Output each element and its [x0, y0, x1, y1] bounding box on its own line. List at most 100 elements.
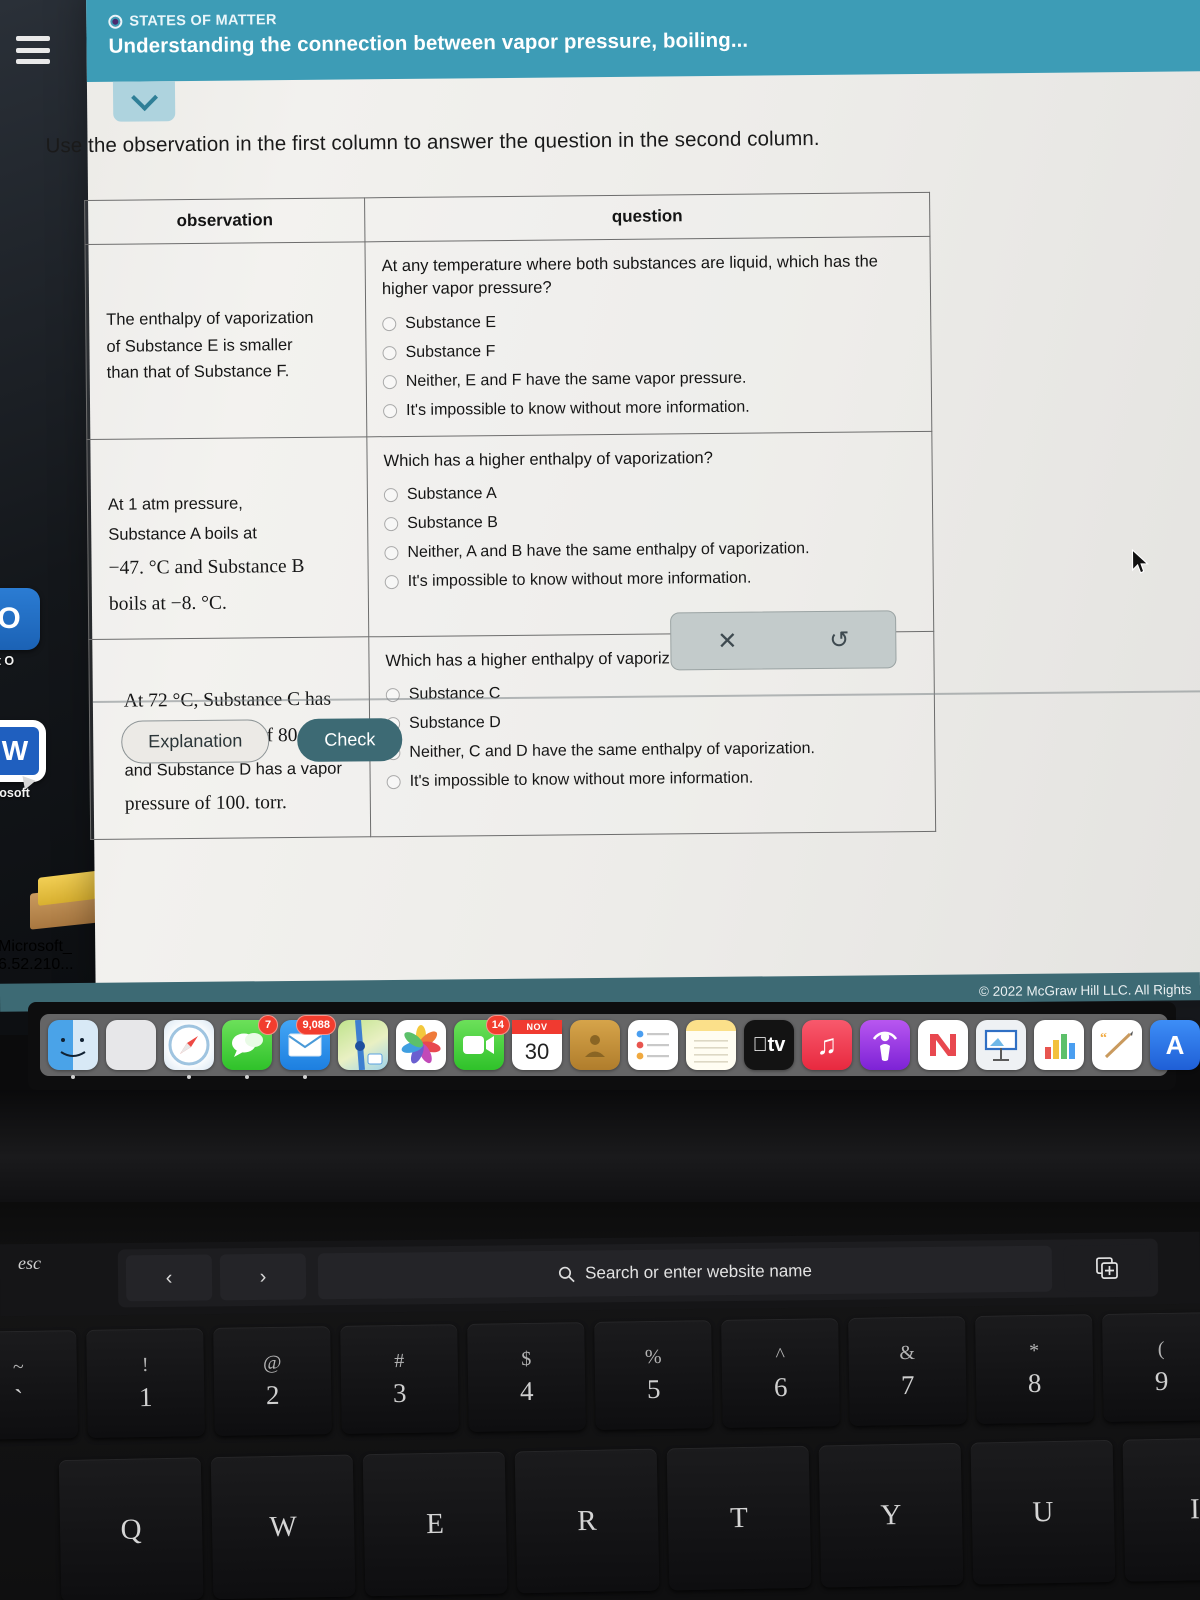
touchbar-address-bar[interactable]: Search or enter website name: [317, 1245, 1053, 1300]
option-row[interactable]: It's impossible to know without more inf…: [384, 568, 923, 591]
key-label: W: [269, 1510, 298, 1543]
dock-item-notes[interactable]: [686, 1020, 736, 1070]
dock-item-appstore[interactable]: A: [1150, 1020, 1200, 1070]
key-7[interactable]: & 7: [848, 1316, 967, 1426]
hamburger-menu-icon[interactable]: [16, 36, 50, 64]
option-row[interactable]: It's impossible to know without more inf…: [383, 397, 921, 420]
key-9[interactable]: ( 9: [1102, 1312, 1200, 1422]
dock-item-facetime[interactable]: 14: [454, 1015, 510, 1070]
table-row: The enthalpy of vaporization of Substanc…: [84, 236, 932, 440]
question-text: At any temperature where both substances…: [381, 252, 878, 299]
radio-button[interactable]: [382, 374, 397, 390]
touchbar-new-tab-button[interactable]: [1063, 1244, 1151, 1292]
touchbar-forward-button[interactable]: ›: [219, 1253, 307, 1301]
radio-button[interactable]: [384, 517, 399, 532]
key-symbol: ^: [775, 1343, 786, 1367]
key-u[interactable]: U: [970, 1439, 1116, 1585]
key-4[interactable]: $ 4: [467, 1322, 586, 1432]
collapse-panel-button[interactable]: [112, 81, 176, 122]
key-label: 7: [900, 1369, 915, 1401]
clear-icon[interactable]: ✕: [717, 627, 737, 655]
column-header-question: question: [364, 192, 930, 242]
radio-button[interactable]: [384, 575, 399, 590]
option-row[interactable]: Substance E: [382, 310, 920, 333]
key-i[interactable]: I: [1122, 1436, 1200, 1582]
option-row[interactable]: Neither, C and D have the same enthalpy …: [386, 739, 924, 762]
radio-button[interactable]: [384, 546, 399, 561]
radio-button[interactable]: [383, 403, 398, 419]
option-row[interactable]: Neither, E and F have the same vapor pre…: [382, 368, 921, 391]
calendar-month: NOV: [512, 1020, 562, 1034]
dock-item-keynote[interactable]: [976, 1020, 1026, 1070]
app-store-a-icon: A: [1165, 1029, 1185, 1060]
news-icon: [918, 1020, 968, 1070]
desktop-icon-outlook[interactable]: O soft O: [0, 588, 52, 668]
note-lines-icon: [694, 1040, 728, 1063]
option-row[interactable]: Substance D: [386, 710, 924, 733]
option-label: Substance C: [408, 685, 501, 704]
dock-item-contacts[interactable]: [570, 1020, 620, 1070]
calendar-icon: NOV 30: [512, 1020, 562, 1070]
key-6[interactable]: ^ 6: [721, 1318, 840, 1428]
key-3[interactable]: # 3: [340, 1324, 459, 1434]
dock-item-pages[interactable]: “: [1092, 1020, 1142, 1070]
option-row[interactable]: It's impossible to know without more inf…: [386, 768, 925, 791]
key-r[interactable]: R: [514, 1448, 660, 1594]
key-backtick[interactable]: ~ `: [0, 1330, 78, 1440]
maps-icon: [338, 1020, 388, 1070]
radio-button[interactable]: [386, 775, 401, 790]
touchbar-back-button[interactable]: ‹: [125, 1254, 213, 1302]
explanation-button[interactable]: Explanation: [121, 719, 270, 764]
key-2[interactable]: @ 2: [213, 1326, 332, 1436]
key-5[interactable]: % 5: [594, 1320, 713, 1430]
dock-item-music[interactable]: ♫: [802, 1020, 852, 1070]
question-text: Which has a higher enthalpy of vaporizat…: [383, 448, 713, 471]
undo-icon[interactable]: ↺: [829, 626, 849, 654]
option-row[interactable]: Substance A: [383, 481, 922, 504]
dock-item-maps[interactable]: [338, 1020, 388, 1070]
check-button[interactable]: Check: [297, 717, 403, 763]
launchpad-icon: [106, 1020, 156, 1070]
copyright-text: © 2022 McGraw Hill LLC. All Rights: [979, 981, 1193, 1000]
radio-button[interactable]: [382, 345, 397, 361]
dock-item-news[interactable]: [918, 1020, 968, 1070]
dock-item-finder[interactable]: [48, 1020, 98, 1079]
dock-item-photos[interactable]: [396, 1020, 446, 1070]
dock-item-launchpad[interactable]: [106, 1020, 156, 1070]
option-label: Neither, E and F have the same vapor pre…: [405, 369, 747, 390]
dock-item-mail[interactable]: 9,088: [280, 1015, 336, 1079]
key-symbol: *: [1028, 1339, 1040, 1363]
dock-item-calendar[interactable]: NOV 30: [512, 1020, 562, 1070]
key-symbol: (: [1157, 1337, 1165, 1361]
question-cell-1: At any temperature where both substances…: [364, 236, 932, 437]
dock-item-numbers[interactable]: [1034, 1020, 1084, 1070]
dock-item-appletv[interactable]: tv: [744, 1020, 794, 1070]
radio-button[interactable]: [385, 688, 400, 703]
option-row[interactable]: Substance F: [382, 339, 920, 362]
key-q[interactable]: Q: [58, 1457, 204, 1600]
photos-icon: [396, 1020, 446, 1070]
option-row[interactable]: Neither, A and B have the same enthalpy …: [384, 539, 922, 562]
option-row[interactable]: Substance B: [384, 510, 922, 533]
observation-line: At 1 atm pressure,: [107, 494, 243, 514]
dock-item-safari[interactable]: [164, 1020, 214, 1079]
touchbar-esc-key[interactable]: esc: [18, 1253, 41, 1274]
key-t[interactable]: T: [666, 1445, 812, 1591]
checklist-icon: [636, 1030, 669, 1060]
dock-item-podcasts[interactable]: [860, 1020, 910, 1070]
key-label: R: [577, 1504, 597, 1537]
key-e[interactable]: E: [362, 1451, 508, 1597]
key-w[interactable]: W: [210, 1454, 356, 1600]
badge-count: 14: [485, 1015, 510, 1035]
radio-button[interactable]: [382, 316, 397, 332]
dock-item-messages[interactable]: 7: [222, 1015, 278, 1079]
dock-item-reminders[interactable]: [628, 1020, 678, 1070]
reminders-icon: [628, 1020, 678, 1070]
key-8[interactable]: * 8: [975, 1314, 1094, 1424]
desktop-icon-installer[interactable]: [24, 870, 104, 932]
observation-line: pressure of 100. torr.: [124, 791, 287, 815]
mouse-cursor-icon: [1131, 548, 1149, 574]
radio-button[interactable]: [383, 488, 398, 503]
key-y[interactable]: Y: [818, 1442, 964, 1588]
key-1[interactable]: ! 1: [86, 1328, 205, 1438]
